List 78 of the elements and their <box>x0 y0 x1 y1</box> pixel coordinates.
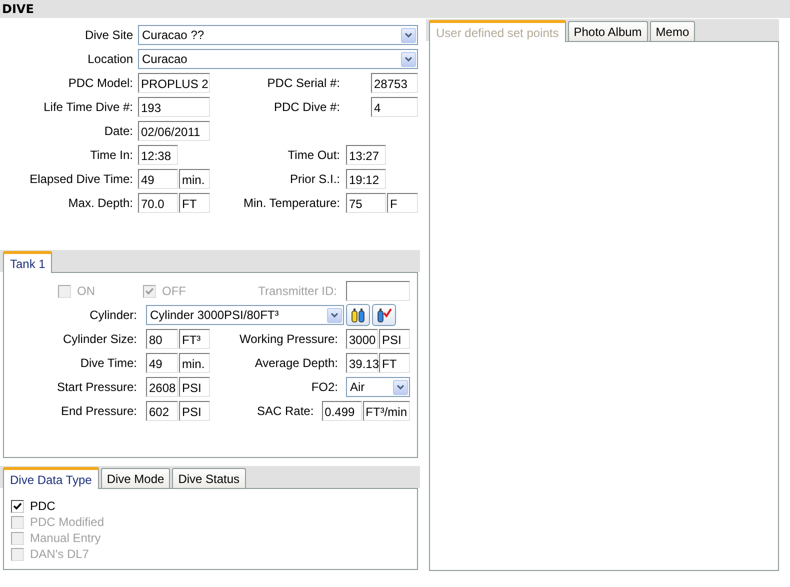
field-label: Life Time Dive #: <box>42 100 133 114</box>
text-field[interactable]: 70.0 <box>138 193 178 213</box>
text-field[interactable]: 75 <box>346 193 386 213</box>
dropdown[interactable]: Curacao ?? <box>138 25 418 45</box>
field-label: FO2: <box>310 380 338 394</box>
text-field[interactable]: 2608 <box>146 377 178 397</box>
checkbox-label: PDC <box>30 499 56 513</box>
text-field[interactable]: 39.13 <box>346 353 378 373</box>
text-field[interactable]: 3000 <box>346 329 378 349</box>
text-field[interactable]: 13:27 <box>346 145 386 165</box>
field-label: Working Pressure: <box>240 332 338 346</box>
checkbox-label: OFF <box>162 284 186 298</box>
field-label: PDC Dive #: <box>272 100 340 114</box>
dropdown[interactable]: Air <box>346 377 410 397</box>
text-field[interactable]: 4 <box>371 97 418 117</box>
checkbox-label: Manual Entry <box>30 531 101 545</box>
field-label: Elapsed Dive Time: <box>28 172 133 186</box>
unit-field: FT <box>379 353 410 373</box>
field-label: End Pressure: <box>60 404 137 418</box>
chevron-down-icon <box>405 32 412 38</box>
field-label: Average Depth: <box>254 356 338 370</box>
field-label: Transmitter ID: <box>257 284 337 298</box>
field-label: Start Pressure: <box>56 380 137 394</box>
tab[interactable]: Photo Album <box>568 21 648 41</box>
field-label: PDC Serial #: <box>266 76 340 90</box>
checkbox-label: ON <box>77 284 95 298</box>
unit-field: PSI <box>179 401 210 421</box>
field-label: Min. Temperature: <box>242 196 340 210</box>
tab[interactable]: Tank 1 <box>3 251 52 273</box>
field-label: Max. Depth: <box>67 196 133 210</box>
unit-field: FT³ <box>179 329 210 349</box>
cylinder-check-icon <box>376 307 392 323</box>
field-label: Dive Time: <box>79 356 137 370</box>
unit-field: FT³/min <box>362 401 410 421</box>
section-title: DIVE <box>1 1 34 18</box>
tab[interactable]: Dive Mode <box>100 468 170 488</box>
text-field[interactable]: 49 <box>138 169 178 189</box>
field-label: Time In: <box>89 148 133 162</box>
unit-field: PSI <box>179 377 210 397</box>
field-label: Prior S.I.: <box>288 172 340 186</box>
chevron-down-icon <box>331 312 338 318</box>
unit-field: min. <box>179 169 210 189</box>
field-label: SAC Rate: <box>256 404 314 418</box>
checkbox-label: PDC Modified <box>30 515 104 529</box>
chevron-down-icon <box>397 384 404 390</box>
cylinder-check-button[interactable] <box>372 304 396 326</box>
field-label: Cylinder: <box>88 308 137 322</box>
text-field[interactable] <box>346 281 410 301</box>
text-field[interactable]: 602 <box>146 401 178 421</box>
text-field[interactable]: 19:12 <box>346 169 386 189</box>
unit-field: FT <box>179 193 210 213</box>
text-field[interactable]: 02/06/2011 <box>138 121 210 141</box>
text-field[interactable]: 49 <box>146 353 178 373</box>
unit-field: PSI <box>379 329 410 349</box>
field-label: Dive Site <box>84 28 133 42</box>
field-label: PDC Model: <box>67 76 133 90</box>
checkbox-label: DAN's DL7 <box>30 547 89 561</box>
checkbox[interactable] <box>11 500 24 512</box>
dropdown[interactable]: Curacao <box>138 49 418 69</box>
field-label: Date: <box>103 124 133 138</box>
cylinders-button[interactable] <box>346 304 370 326</box>
field-label: Location <box>86 52 133 66</box>
field-label: Time Out: <box>286 148 340 162</box>
unit-field: min. <box>179 353 210 373</box>
text-field[interactable]: 12:38 <box>138 145 178 165</box>
unit-field: F <box>387 193 418 213</box>
text-field[interactable]: 28753 <box>371 73 418 93</box>
cylinders-icon <box>350 307 366 323</box>
text-field[interactable]: 193 <box>138 97 210 117</box>
dropdown[interactable]: Cylinder 3000PSI/80FT³ <box>146 305 344 325</box>
tab[interactable]: Dive Status <box>172 468 246 488</box>
tab[interactable]: Memo <box>650 21 696 41</box>
text-field[interactable]: 0.499 <box>322 401 362 421</box>
tab[interactable]: Dive Data Type <box>3 467 99 489</box>
text-field[interactable]: PROPLUS 2 <box>138 73 210 93</box>
text-field[interactable]: 80 <box>146 329 178 349</box>
field-label: Cylinder Size: <box>62 332 137 346</box>
chevron-down-icon <box>405 56 412 62</box>
